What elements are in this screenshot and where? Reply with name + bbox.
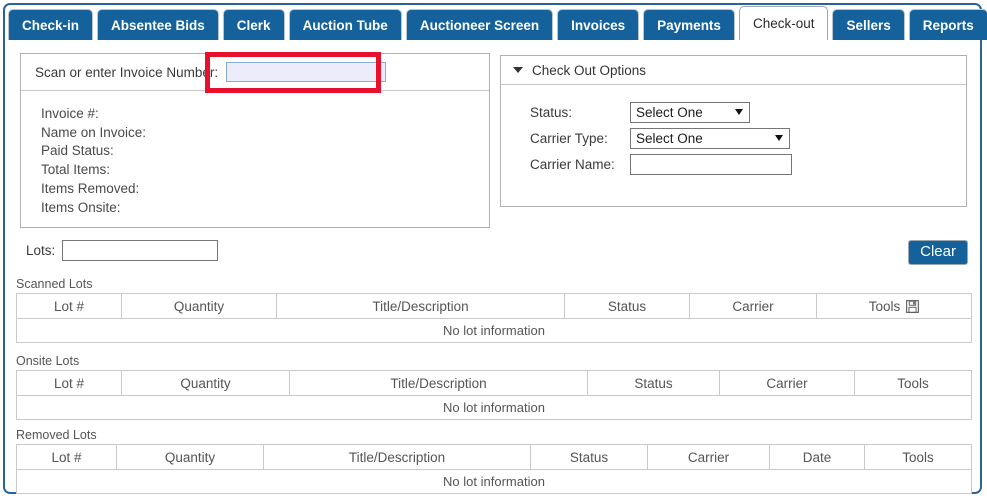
invoice-panel: Scan or enter Invoice Number: Invoice #:… xyxy=(20,53,490,228)
clear-button[interactable]: Clear xyxy=(908,240,968,265)
col-title-description: Title/Description xyxy=(289,370,588,396)
onsite-lots-caption: Onsite Lots xyxy=(16,354,80,368)
carrier-type-row: Carrier Type: Select One xyxy=(530,125,966,151)
removed-lots-empty-message: No lot information xyxy=(16,469,972,494)
carrier-name-input[interactable] xyxy=(630,153,792,175)
status-label: Status: xyxy=(530,104,573,120)
invoice-scan-label: Scan or enter Invoice Number: xyxy=(35,64,219,80)
status-select[interactable]: Select One xyxy=(630,101,750,123)
tab-check-out[interactable]: Check-out xyxy=(738,6,829,40)
tab-auctioneer-screen[interactable]: Auctioneer Screen xyxy=(405,9,554,40)
onsite-lots-empty-message: No lot information xyxy=(16,395,972,420)
table-empty-row: No lot information xyxy=(16,395,972,420)
onsite-lots-section: Onsite Lots Lot # Quantity Title/Descrip… xyxy=(16,354,972,420)
check-out-options-body: Status: Select One Carrier Type: Select … xyxy=(501,85,966,177)
tab-payments[interactable]: Payments xyxy=(643,9,735,40)
tab-label: Invoices xyxy=(571,17,626,33)
carrier-type-select-value: Select One xyxy=(636,130,703,146)
lots-input[interactable] xyxy=(62,240,219,261)
scanned-lots-table: Lot # Quantity Title/Description Status … xyxy=(16,293,972,343)
checkout-page: Check-in Absentee Bids Clerk Auction Tub… xyxy=(0,0,987,500)
tab-label: Auction Tube xyxy=(302,17,388,33)
invoice-field-items-removed: Items Removed: xyxy=(41,180,140,196)
carrier-name-row: Carrier Name: xyxy=(530,151,966,177)
removed-lots-table: Lot # Quantity Title/Description Status … xyxy=(16,444,972,494)
table-header-row: Lot # Quantity Title/Description Status … xyxy=(16,370,972,396)
col-tools: Tools xyxy=(816,293,972,319)
carrier-type-label: Carrier Type: xyxy=(530,130,608,146)
invoice-field-paid-status: Paid Status: xyxy=(41,143,114,159)
scanned-lots-empty-message: No lot information xyxy=(16,318,972,343)
tab-label: Payments xyxy=(657,17,721,33)
carrier-name-label: Carrier Name: xyxy=(530,156,615,172)
col-title-description: Title/Description xyxy=(276,293,565,319)
tab-clerk[interactable]: Clerk xyxy=(222,9,285,40)
tab-check-in[interactable]: Check-in xyxy=(8,9,94,40)
col-date: Date xyxy=(769,444,865,470)
table-header-row: Lot # Quantity Title/Description Status … xyxy=(16,293,972,319)
tab-label: Reports xyxy=(922,17,974,33)
chevron-down-icon xyxy=(513,67,523,73)
tab-label: Check-in xyxy=(22,17,80,33)
check-out-options-panel: Check Out Options Status: Select One Car… xyxy=(500,55,967,207)
tab-label: Absentee Bids xyxy=(111,17,205,33)
table-empty-row: No lot information xyxy=(16,469,972,494)
col-quantity: Quantity xyxy=(121,370,290,396)
col-title-description: Title/Description xyxy=(263,444,531,470)
status-row: Status: Select One xyxy=(530,99,966,125)
carrier-type-select[interactable]: Select One xyxy=(630,127,790,149)
invoice-number-input[interactable] xyxy=(226,62,387,82)
tab-invoices[interactable]: Invoices xyxy=(557,9,640,40)
col-lot-number: Lot # xyxy=(16,444,117,470)
tab-absentee-bids[interactable]: Absentee Bids xyxy=(97,9,219,40)
col-quantity: Quantity xyxy=(121,293,277,319)
col-status: Status xyxy=(587,370,720,396)
col-carrier: Carrier xyxy=(719,370,855,396)
check-out-options-title: Check Out Options xyxy=(532,62,647,78)
onsite-lots-table: Lot # Quantity Title/Description Status … xyxy=(16,370,972,420)
lots-label: Lots: xyxy=(26,243,56,258)
check-out-options-header[interactable]: Check Out Options xyxy=(501,56,966,85)
col-carrier: Carrier xyxy=(689,293,817,319)
col-quantity: Quantity xyxy=(116,444,264,470)
col-tools: Tools xyxy=(854,370,972,396)
col-lot-number: Lot # xyxy=(16,293,122,319)
col-status: Status xyxy=(530,444,648,470)
invoice-field-items-onsite: Items Onsite: xyxy=(41,199,121,215)
removed-lots-caption: Removed Lots xyxy=(16,428,97,442)
status-select-value: Select One xyxy=(636,104,703,120)
lots-entry-row: Lots: xyxy=(26,240,219,261)
tab-sellers[interactable]: Sellers xyxy=(832,9,905,40)
main-tab-bar: Check-in Absentee Bids Clerk Auction Tub… xyxy=(8,6,987,40)
save-icon[interactable] xyxy=(906,299,920,313)
tab-reports[interactable]: Reports xyxy=(908,9,987,40)
col-tools-label: Tools xyxy=(868,298,901,314)
invoice-scan-row: Scan or enter Invoice Number: xyxy=(21,54,489,91)
scanned-lots-section: Scanned Lots Lot # Quantity Title/Descri… xyxy=(16,277,972,343)
table-empty-row: No lot information xyxy=(16,318,972,343)
tab-label: Check-out xyxy=(752,16,815,31)
col-tools: Tools xyxy=(864,444,972,470)
tab-label: Auctioneer Screen xyxy=(419,17,540,33)
col-carrier: Carrier xyxy=(647,444,770,470)
chevron-down-icon xyxy=(735,109,743,115)
removed-lots-section: Removed Lots Lot # Quantity Title/Descri… xyxy=(16,428,972,494)
tab-label: Sellers xyxy=(846,17,891,33)
table-header-row: Lot # Quantity Title/Description Status … xyxy=(16,444,972,470)
chevron-down-icon xyxy=(775,135,783,141)
invoice-details-list: Invoice #: Name on Invoice: Paid Status:… xyxy=(21,91,489,217)
tab-label: Clerk xyxy=(236,17,271,33)
scanned-lots-caption: Scanned Lots xyxy=(16,277,93,291)
invoice-field-name-on-invoice: Name on Invoice: xyxy=(41,124,147,140)
invoice-field-invoice-number: Invoice #: xyxy=(41,106,99,121)
tab-auction-tube[interactable]: Auction Tube xyxy=(288,9,402,40)
col-status: Status xyxy=(564,293,690,319)
col-lot-number: Lot # xyxy=(16,370,122,396)
invoice-field-total-items: Total Items: xyxy=(41,162,111,178)
